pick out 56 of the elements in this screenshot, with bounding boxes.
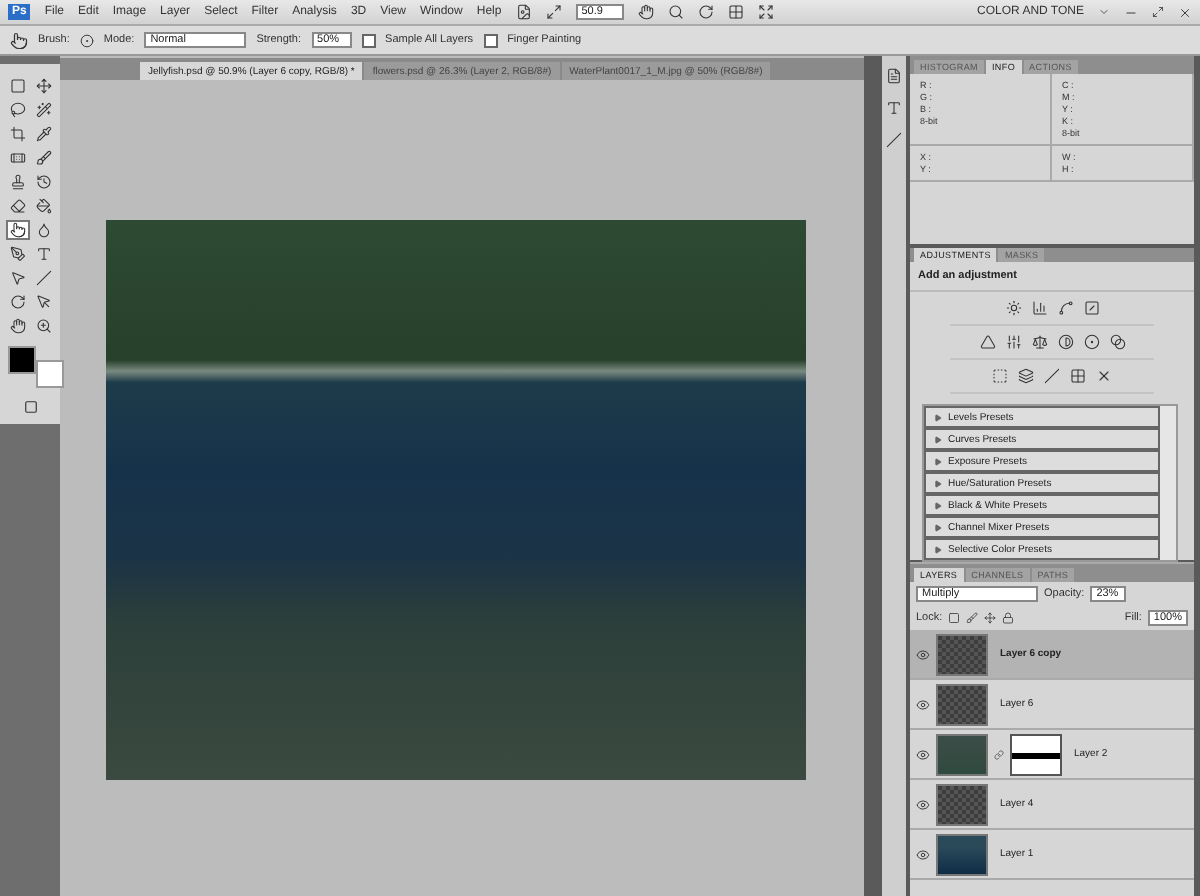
notes-icon[interactable] bbox=[886, 68, 902, 84]
lock-position-icon[interactable] bbox=[984, 612, 997, 624]
tool-rotate-button[interactable] bbox=[5, 292, 29, 312]
arrange-icon[interactable] bbox=[727, 4, 744, 20]
tool-history-brush-button[interactable] bbox=[31, 172, 55, 192]
tool-finger-button[interactable] bbox=[5, 220, 29, 240]
tool-lasso-button[interactable] bbox=[5, 100, 29, 120]
checkbox[interactable] bbox=[361, 33, 376, 47]
scale-icon[interactable] bbox=[1031, 334, 1047, 350]
foreground-swatch[interactable] bbox=[7, 346, 35, 374]
tool-bandage-button[interactable] bbox=[5, 148, 29, 168]
character-icon[interactable] bbox=[886, 100, 902, 116]
expand-triangle-icon bbox=[934, 523, 942, 531]
curve-icon[interactable] bbox=[1057, 300, 1073, 316]
tool-zoom-button[interactable] bbox=[31, 316, 55, 336]
search-icon[interactable] bbox=[667, 4, 684, 20]
finger-icon[interactable] bbox=[10, 31, 28, 49]
background-swatch[interactable] bbox=[35, 360, 63, 388]
triangle-icon[interactable] bbox=[979, 334, 995, 350]
brush-preset-icon[interactable] bbox=[79, 33, 94, 47]
tool-pointer-button[interactable] bbox=[31, 292, 55, 312]
tool-magic-wand-button[interactable] bbox=[31, 100, 55, 120]
eye-icon[interactable] bbox=[916, 647, 930, 661]
expand-triangle-icon bbox=[934, 545, 942, 553]
lock-icon[interactable] bbox=[1002, 612, 1015, 624]
expand-triangle-icon bbox=[934, 413, 942, 421]
expand-triangle-icon bbox=[934, 479, 942, 487]
rotate-icon[interactable] bbox=[697, 4, 714, 20]
hand-icon[interactable] bbox=[637, 4, 654, 20]
expand-triangle-icon bbox=[934, 435, 942, 443]
tool-eyedropper-button[interactable] bbox=[31, 124, 55, 144]
eye-icon[interactable] bbox=[916, 747, 930, 761]
expand-triangle-icon bbox=[934, 457, 942, 465]
lock-transparency-icon[interactable] bbox=[948, 612, 961, 624]
histogram-icon[interactable] bbox=[1031, 300, 1047, 316]
tool-pen-button[interactable] bbox=[5, 244, 29, 264]
filter-icon[interactable] bbox=[1083, 334, 1099, 350]
eye-icon[interactable] bbox=[916, 697, 930, 711]
link-icon[interactable] bbox=[994, 749, 1004, 759]
tool-line-button[interactable] bbox=[31, 268, 55, 288]
layers-icon[interactable] bbox=[1018, 368, 1034, 384]
lock-pixels-icon[interactable] bbox=[966, 612, 979, 624]
eye-icon[interactable] bbox=[916, 797, 930, 811]
expand-triangle-icon bbox=[934, 501, 942, 509]
tool-brush-button[interactable] bbox=[31, 148, 55, 168]
tool-hand-button[interactable] bbox=[5, 316, 29, 336]
tool-eraser-button[interactable] bbox=[5, 196, 29, 216]
close-icon[interactable] bbox=[1178, 5, 1192, 19]
sliders-icon[interactable] bbox=[1005, 334, 1021, 350]
sun-icon[interactable] bbox=[1005, 300, 1021, 316]
contrast-icon[interactable] bbox=[1057, 334, 1073, 350]
tool-move-button[interactable] bbox=[31, 76, 55, 96]
tool-paint-bucket-button[interactable] bbox=[31, 196, 55, 216]
blend-icon[interactable] bbox=[1109, 334, 1125, 350]
eye-icon[interactable] bbox=[916, 847, 930, 861]
checkbox[interactable] bbox=[483, 33, 498, 47]
